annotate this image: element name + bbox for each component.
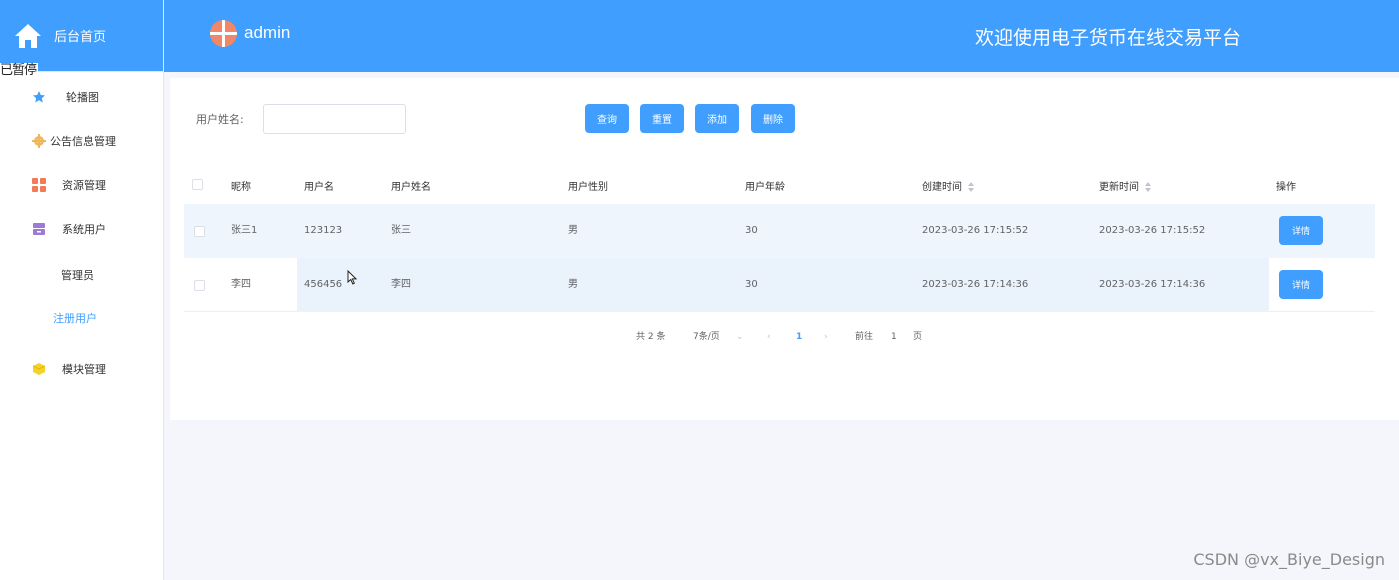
archive-icon — [33, 223, 45, 235]
cell-gender: 男 — [568, 279, 578, 290]
column-header-label: 创建时间 — [922, 181, 962, 193]
column-header-realname: 用户姓名 — [391, 181, 431, 193]
menu-item-notice[interactable]: 公告信息管理 — [0, 128, 163, 154]
current-page[interactable]: 1 — [796, 330, 802, 344]
table-row: 张三1 123123 张三 男 30 2023-03-26 17:15:52 2… — [184, 204, 1375, 258]
cell-username: 123123 — [304, 225, 343, 236]
submenu-item-label: 管理员 — [61, 269, 94, 282]
avatar[interactable] — [210, 20, 237, 47]
menu-item-modules[interactable]: 模块管理 — [0, 356, 163, 382]
cell-age: 30 — [745, 225, 758, 236]
table-header: 昵称 用户名 用户姓名 用户性别 用户年龄 创建时间 更新时间 操作 — [184, 170, 1375, 204]
brand-label: 后台首页 — [54, 30, 107, 45]
goto-label: 前往 — [855, 332, 874, 342]
gear-icon — [32, 134, 46, 148]
admin-name[interactable]: admin — [244, 23, 290, 43]
column-header-gender: 用户性别 — [568, 181, 608, 193]
submenu-item-admin[interactable]: 管理员 — [0, 262, 163, 288]
grid-icon — [32, 178, 46, 192]
menu-item-system-users[interactable]: 系统用户 — [0, 216, 163, 242]
cell-updated: 2023-03-26 17:15:52 — [1099, 225, 1206, 236]
query-button[interactable]: 查询 — [585, 104, 629, 133]
menu-item-label: 轮播图 — [66, 91, 99, 104]
column-header-nickname: 昵称 — [231, 181, 251, 193]
menu-item-label: 资源管理 — [62, 179, 106, 192]
page-size-select[interactable]: 7条/页 — [693, 330, 720, 344]
column-header-created[interactable]: 创建时间 — [922, 170, 975, 204]
cell-realname: 李四 — [391, 279, 411, 290]
cell-age: 30 — [745, 279, 758, 290]
pagination-total: 共 2 条 — [636, 332, 666, 342]
menu-item-label: 系统用户 — [62, 223, 106, 236]
cell-username: 456456 — [304, 279, 343, 290]
delete-button[interactable]: 删除 — [751, 104, 795, 133]
column-header-updated[interactable]: 更新时间 — [1099, 170, 1152, 204]
sort-icon[interactable] — [968, 182, 975, 192]
cell-created: 2023-03-26 17:14:36 — [922, 279, 1029, 290]
menu-item-resources[interactable]: 资源管理 — [0, 172, 163, 198]
cell-updated: 2023-03-26 17:14:36 — [1099, 279, 1206, 290]
cell-created: 2023-03-26 17:15:52 — [922, 225, 1029, 236]
paused-label: 已暂停 — [0, 63, 39, 79]
menu-item-label: 模块管理 — [62, 363, 106, 376]
sidebar-brand[interactable]: 后台首页 — [0, 0, 163, 72]
page-unit-label: 页 — [913, 332, 923, 342]
home-icon — [15, 23, 41, 48]
top-header: admin 欢迎使用电子货币在线交易平台 — [164, 0, 1399, 72]
sort-icon[interactable] — [1145, 182, 1152, 192]
table-row: 李四 456456 李四 男 30 2023-03-26 17:14:36 20… — [184, 258, 1375, 312]
row-checkbox[interactable] — [194, 280, 205, 291]
column-header-actions: 操作 — [1276, 181, 1296, 193]
add-button[interactable]: 添加 — [695, 104, 739, 133]
detail-button[interactable]: 详情 — [1279, 216, 1323, 245]
column-header-label: 更新时间 — [1099, 181, 1139, 193]
row-checkbox[interactable] — [194, 226, 205, 237]
cell-nickname: 张三1 — [231, 225, 258, 236]
goto-page-input[interactable]: 1 — [891, 330, 897, 344]
cell-nickname: 李四 — [231, 279, 251, 290]
detail-button[interactable]: 详情 — [1279, 270, 1323, 299]
submenu-item-label: 注册用户 — [53, 312, 97, 325]
prev-page-icon[interactable]: ‹ — [767, 330, 771, 344]
menu-item-label: 公告信息管理 — [50, 135, 116, 148]
mouse-cursor-icon — [347, 270, 357, 285]
chevron-down-icon[interactable]: ⌄ — [736, 330, 744, 344]
reset-button[interactable]: 重置 — [640, 104, 684, 133]
cube-icon — [32, 363, 46, 375]
star-icon — [33, 91, 45, 103]
cell-realname: 张三 — [391, 225, 411, 236]
platform-title: 欢迎使用电子货币在线交易平台 — [975, 27, 1242, 49]
sidebar: 后台首页 已暂停 轮播图 公告信息管理 资源管理 系统用户 管理员 注册用户 模… — [0, 0, 164, 580]
search-label: 用户姓名: — [196, 113, 244, 126]
submenu-item-registered-users[interactable]: 注册用户 — [0, 305, 163, 331]
watermark: CSDN @vx_Biye_Design — [1193, 550, 1385, 569]
menu-item-carousel[interactable]: 轮播图 — [0, 84, 163, 110]
search-input[interactable] — [263, 104, 406, 134]
select-all-checkbox[interactable] — [192, 179, 203, 190]
cell-gender: 男 — [568, 225, 578, 236]
column-header-username: 用户名 — [304, 181, 334, 193]
content-panel: 用户姓名: 查询 重置 添加 删除 昵称 用户名 用户姓名 用户性别 用户年龄 … — [170, 78, 1399, 420]
column-header-age: 用户年龄 — [745, 181, 785, 193]
next-page-icon[interactable]: › — [824, 330, 828, 344]
